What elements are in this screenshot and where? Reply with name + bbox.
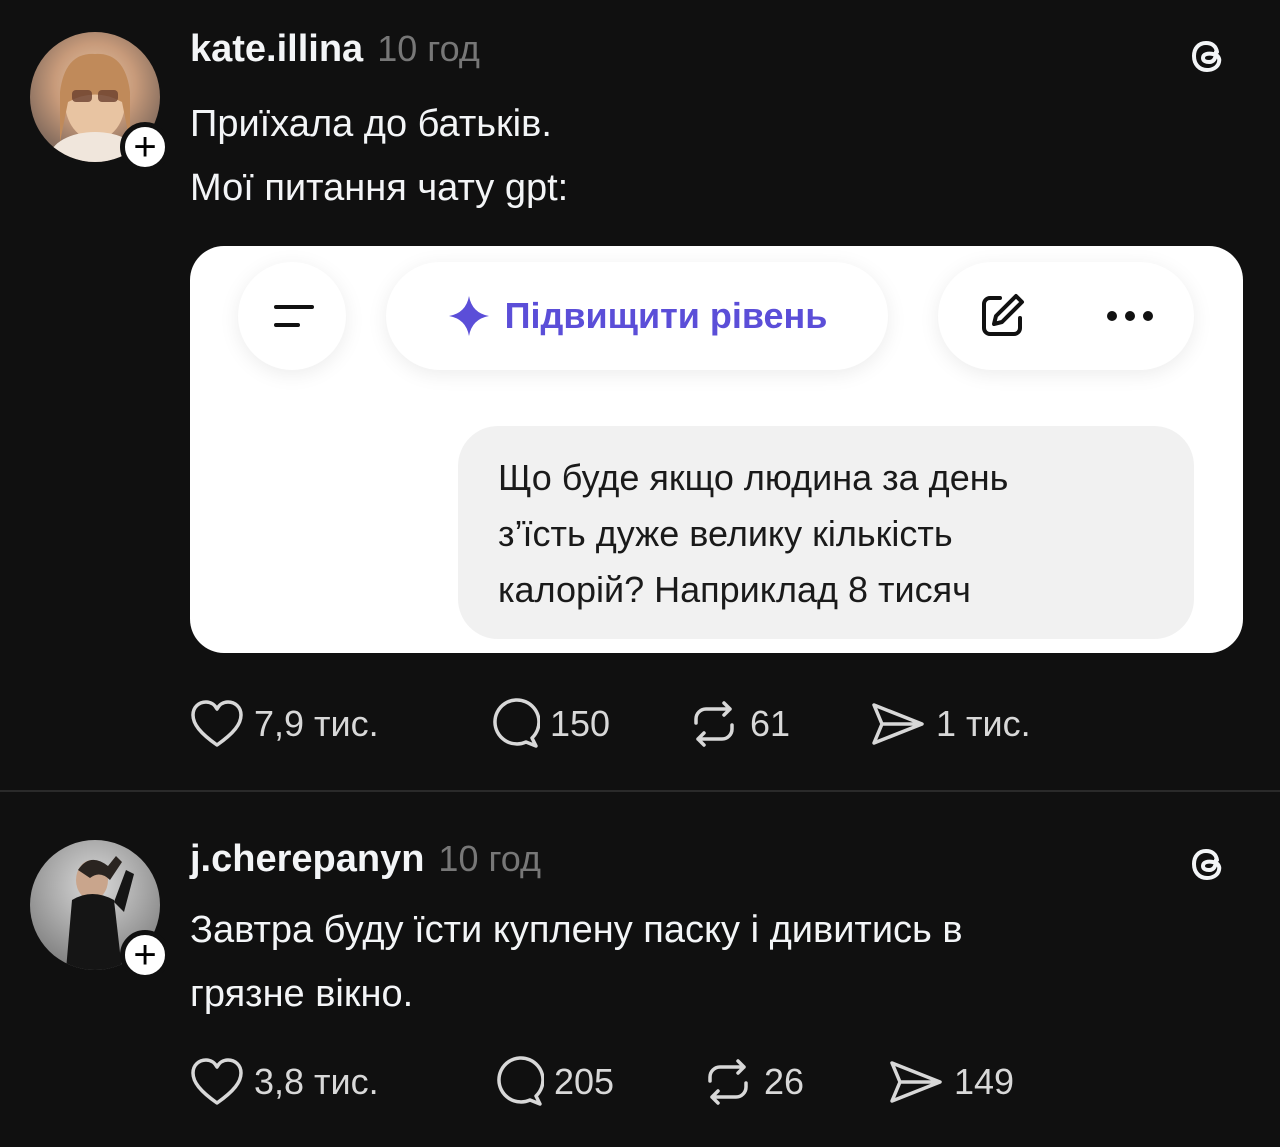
- avatar-container[interactable]: +: [30, 840, 170, 980]
- post-time: 10 год: [438, 838, 542, 879]
- like-count: 7,9 тис.: [254, 703, 379, 744]
- share-count: 149: [954, 1061, 1015, 1102]
- sparkle-icon: [448, 296, 489, 336]
- chat-message-line: калорій? Наприклад 8 тисяч: [498, 569, 971, 610]
- reply-icon: [497, 1056, 544, 1106]
- chat-message-line: з’їсть дуже велику кількість: [498, 513, 953, 554]
- heart-icon: [191, 700, 243, 747]
- post-text-line: Завтра буду їсти куплену паску і дивитис…: [190, 909, 963, 951]
- share-icon: [890, 1061, 942, 1103]
- repost-button[interactable]: 26: [702, 1057, 888, 1107]
- repost-count: 61: [750, 703, 791, 744]
- post-text-line: Мої питання чату gpt:: [190, 167, 569, 209]
- avatar-container[interactable]: +: [30, 32, 170, 172]
- threads-icon[interactable]: [1184, 840, 1232, 888]
- thread-post: + j.cherepanyn 10 год Завтра буду їсти к…: [0, 792, 1280, 1147]
- post-text-line: Приїхала до батьків.: [190, 103, 552, 145]
- reply-count: 205: [554, 1061, 615, 1102]
- like-button[interactable]: 3,8 тис.: [190, 1057, 492, 1107]
- heart-icon: [191, 1058, 243, 1105]
- repost-icon: [708, 1059, 748, 1105]
- share-button[interactable]: 149: [888, 1057, 1014, 1107]
- username[interactable]: kate.illina: [190, 28, 363, 71]
- repost-icon: [694, 701, 734, 747]
- chat-message-line: Що буде якщо людина за день: [498, 457, 1009, 498]
- threads-icon[interactable]: [1184, 32, 1232, 80]
- post-text: Завтра буду їсти куплену паску і дивитис…: [190, 898, 963, 1026]
- username[interactable]: j.cherepanyn: [190, 838, 424, 881]
- repost-button[interactable]: 61: [688, 699, 870, 749]
- post-text: Приїхала до батьків. Мої питання чату gp…: [190, 92, 568, 220]
- follow-plus-icon[interactable]: +: [120, 930, 170, 980]
- share-button[interactable]: 1 тис.: [870, 699, 1031, 749]
- follow-plus-icon[interactable]: +: [120, 122, 170, 172]
- more-icon[interactable]: [1104, 308, 1156, 324]
- like-count: 3,8 тис.: [254, 1061, 379, 1102]
- chat-message-bubble: Що буде якщо людина за день з’їсть дуже …: [458, 426, 1194, 639]
- menu-button[interactable]: [238, 262, 346, 370]
- share-count: 1 тис.: [936, 703, 1031, 744]
- reply-icon: [493, 698, 540, 748]
- post-stats: 7,9 тис. 150 61 1 тис.: [190, 698, 1031, 750]
- post-header: j.cherepanyn 10 год: [190, 838, 541, 881]
- thread-post: + kate.illina 10 год Приїхала до батьків…: [0, 0, 1280, 790]
- upgrade-label: Підвищити рівень: [504, 295, 828, 336]
- post-time: 10 год: [377, 28, 480, 69]
- like-button[interactable]: 7,9 тис.: [190, 699, 488, 749]
- menu-icon: [274, 305, 314, 327]
- post-text-line: грязне вікно.: [190, 973, 414, 1015]
- embedded-screenshot[interactable]: Підвищити рівень Що буде якщо людина за …: [190, 246, 1243, 653]
- chat-actions: [938, 262, 1194, 370]
- upgrade-button[interactable]: Підвищити рівень: [386, 262, 888, 370]
- reply-button[interactable]: 205: [492, 1056, 702, 1108]
- edit-icon[interactable]: [976, 290, 1028, 342]
- reply-count: 150: [550, 703, 611, 744]
- share-icon: [872, 703, 924, 745]
- reply-button[interactable]: 150: [488, 698, 688, 750]
- post-header: kate.illina 10 год: [190, 28, 480, 71]
- repost-count: 26: [764, 1061, 805, 1102]
- post-stats: 3,8 тис. 205 26 149: [190, 1056, 1014, 1108]
